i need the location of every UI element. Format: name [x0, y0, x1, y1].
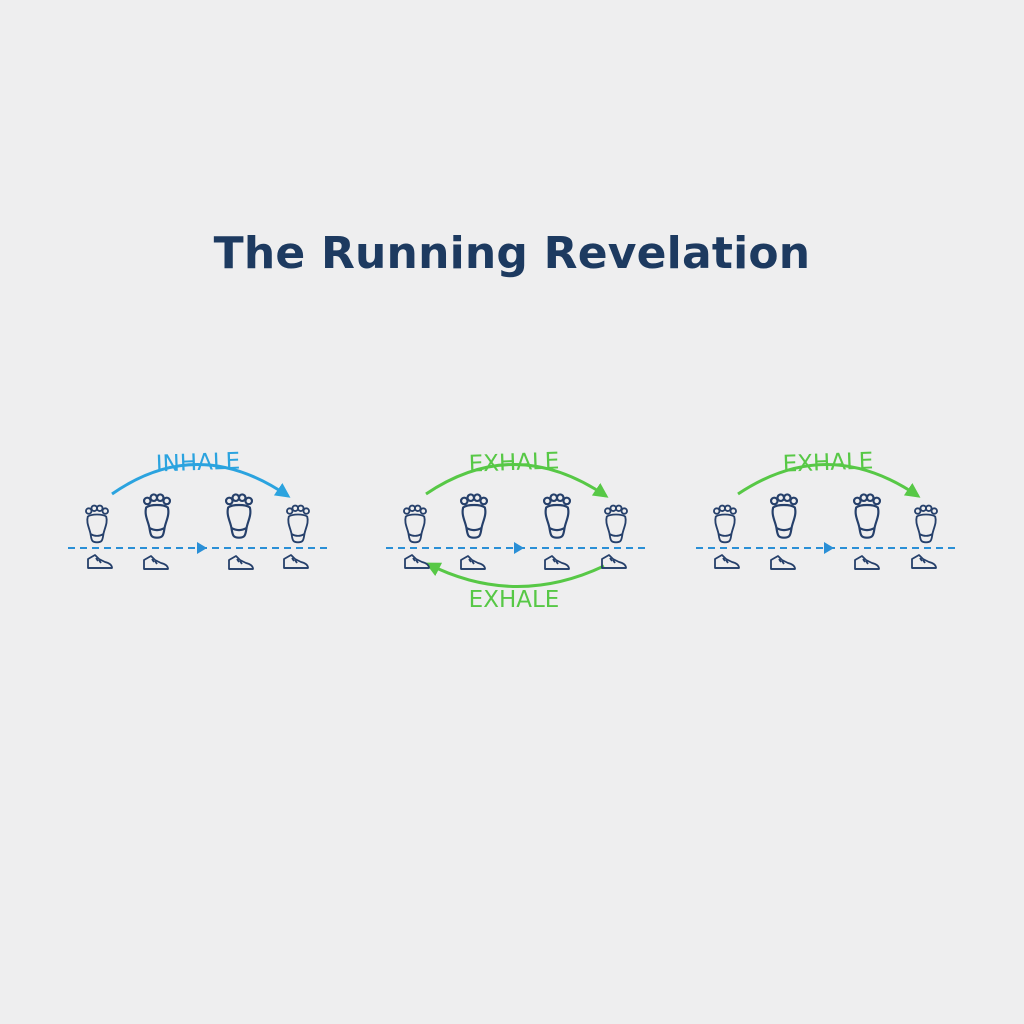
- arrow-right-icon: [824, 542, 834, 554]
- footprint-icon: [713, 504, 737, 544]
- running-shoe-icon: [143, 555, 169, 570]
- footprint-icon: [914, 504, 938, 544]
- panel-3-top-label: EXHALE: [782, 448, 874, 477]
- footprint-icon: [604, 504, 628, 544]
- footprint-icon: [142, 493, 172, 539]
- panel-2-bottom-label: EXHALE: [469, 587, 560, 613]
- panel-2-top-label: EXHALE: [468, 448, 560, 477]
- panel-inhale: INHALE: [68, 449, 330, 570]
- arrow-right-icon: [197, 542, 207, 554]
- footprint-icon: [224, 493, 254, 539]
- panel-exhale-double: EXHALE EXHALE: [386, 448, 646, 613]
- footprint-icon: [286, 504, 310, 544]
- running-shoe-icon: [228, 555, 254, 570]
- footprint-icon: [769, 493, 799, 539]
- running-shoe-icon: [460, 555, 486, 570]
- footprint-icon: [85, 504, 109, 544]
- running-shoe-icon: [544, 555, 570, 570]
- breathing-diagram: INHALE EXHALE EXHALE EXHALE: [68, 448, 956, 613]
- infographic: The Running Revelation INHALE EXHALE EXH…: [0, 0, 1024, 1024]
- running-shoe-icon: [404, 554, 430, 569]
- footprint-icon: [542, 493, 572, 539]
- panel-exhale: EXHALE: [696, 448, 956, 570]
- exhale-arc-bottom: [425, 562, 605, 588]
- running-shoe-icon: [87, 554, 113, 569]
- running-shoe-icon: [714, 554, 740, 569]
- running-shoe-icon: [283, 554, 309, 569]
- running-shoe-icon: [854, 555, 880, 570]
- footprint-icon: [459, 493, 489, 539]
- footprint-icon: [403, 504, 427, 544]
- running-shoe-icon: [601, 554, 627, 569]
- arrow-right-icon: [514, 542, 524, 554]
- panel-1-top-label: INHALE: [155, 449, 240, 478]
- running-shoe-icon: [911, 554, 937, 569]
- running-shoe-icon: [770, 555, 796, 570]
- footprint-icon: [852, 493, 882, 539]
